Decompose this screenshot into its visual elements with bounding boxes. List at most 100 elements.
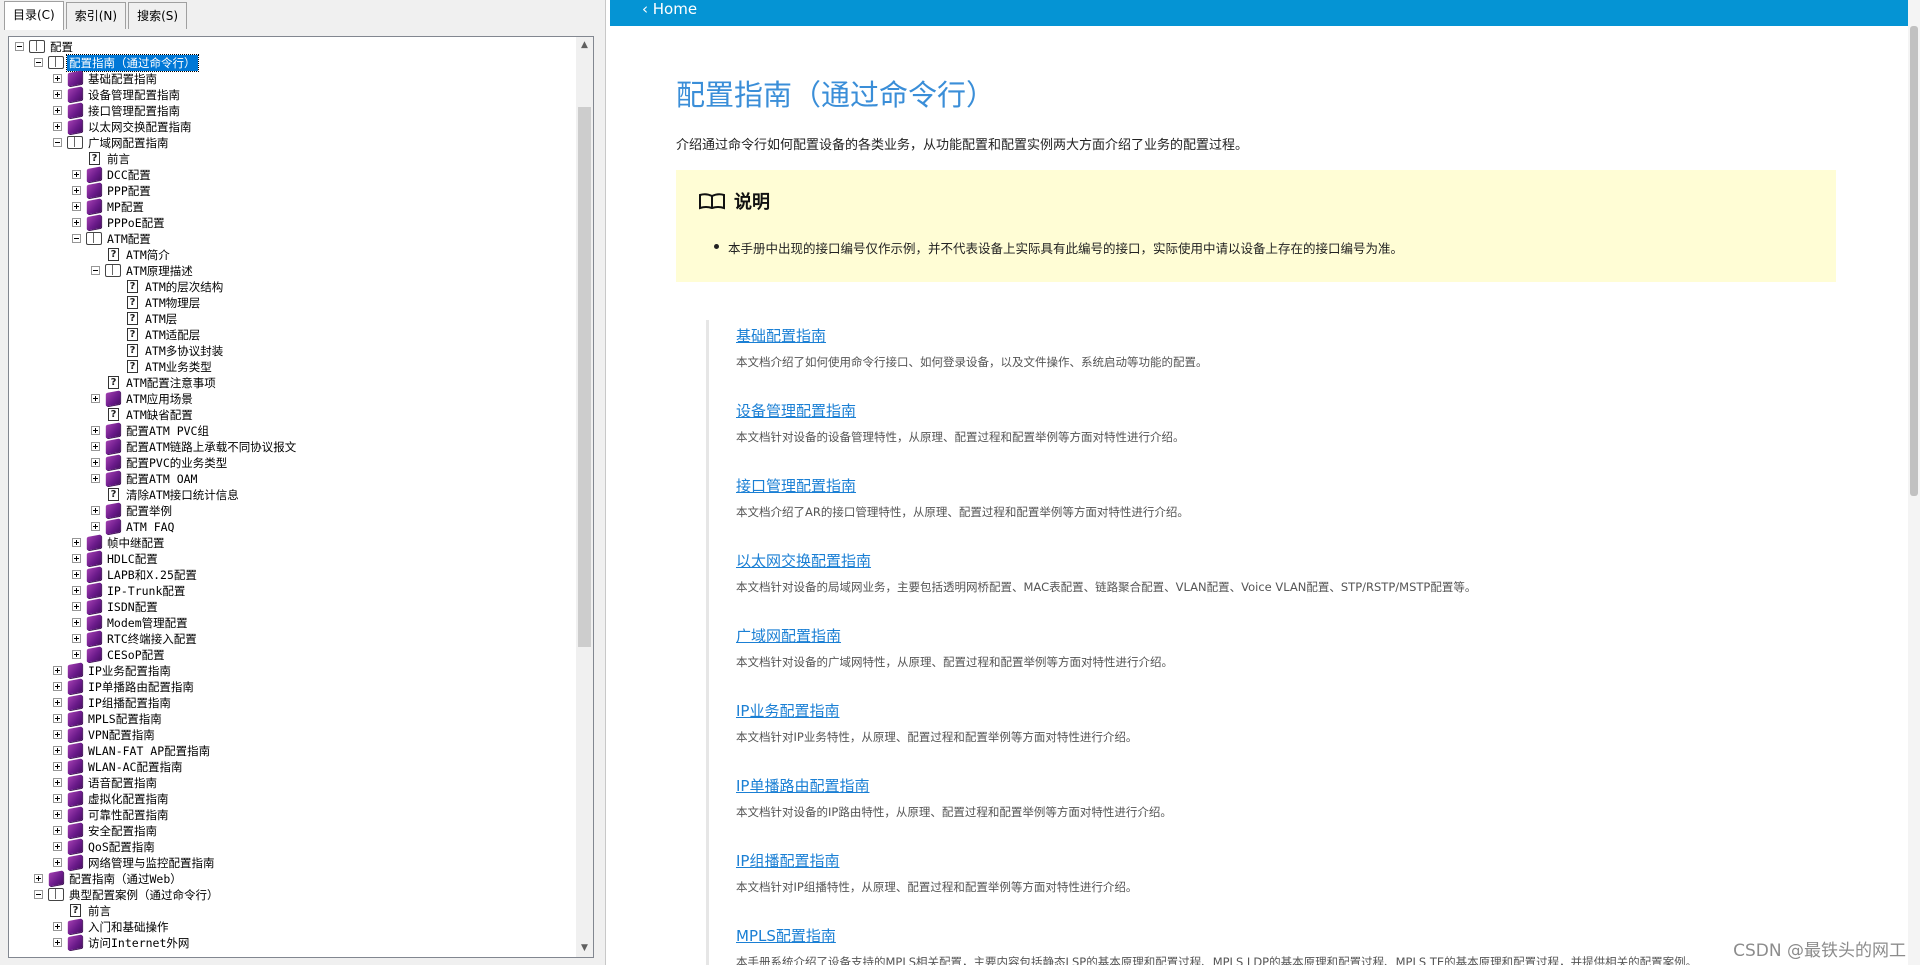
tree-node[interactable]: 典型配置案例（通过命令行） [9,887,576,903]
tree-node[interactable]: 安全配置指南 [9,822,576,839]
tree-node[interactable]: DCC配置 [9,166,576,183]
tree-node[interactable]: CESoP配置 [9,646,576,663]
tree-scroll-thumb[interactable] [578,107,591,647]
collapse-icon[interactable] [34,890,43,899]
tab-search[interactable]: 搜索(S) [128,2,188,29]
expand-icon[interactable] [53,938,62,947]
tree-node[interactable]: ISDN配置 [9,598,576,615]
tree-node[interactable]: 配置ATM链路上承载不同协议报文 [9,438,576,455]
content-scrollbar[interactable] [1908,0,1920,965]
expand-icon[interactable] [53,810,62,819]
tree-node[interactable]: 接口管理配置指南 [9,102,576,119]
content-scroll-thumb[interactable] [1910,26,1918,496]
expand-icon[interactable] [53,106,62,115]
tree-node[interactable]: ? 前言 [9,151,576,167]
expand-icon[interactable] [91,442,100,451]
expand-icon[interactable] [53,762,62,771]
expand-icon[interactable] [72,586,81,595]
scroll-up-icon[interactable]: ▲ [576,37,593,54]
expand-icon[interactable] [53,746,62,755]
tree-node[interactable]: ? ATM层 [9,311,576,327]
tree-scrollbar[interactable]: ▲ ▼ [576,37,593,957]
expand-icon[interactable] [53,666,62,675]
tree-node[interactable]: 配置指南（通过Web） [9,870,576,887]
tree-node[interactable]: 配置ATM OAM [9,470,576,487]
tree-node[interactable]: HDLC配置 [9,550,576,567]
tree-node[interactable]: ATM FAQ [9,518,576,535]
expand-icon[interactable] [53,778,62,787]
tree-node[interactable]: ? 前言 [9,903,576,919]
guide-link[interactable]: MPLS配置指南 [736,925,1697,946]
guide-link[interactable]: 以太网交换配置指南 [736,550,1476,571]
expand-icon[interactable] [53,90,62,99]
expand-icon[interactable] [72,538,81,547]
expand-icon[interactable] [91,474,100,483]
expand-icon[interactable] [53,714,62,723]
tree-node[interactable]: ? ATM适配层 [9,327,576,343]
expand-icon[interactable] [91,522,100,531]
expand-icon[interactable] [72,202,81,211]
tree-node[interactable]: MPLS配置指南 [9,710,576,727]
tree-node[interactable]: ATM应用场景 [9,390,576,407]
expand-icon[interactable] [53,682,62,691]
expand-icon[interactable] [91,506,100,515]
tree-node[interactable]: ? 清除ATM接口统计信息 [9,487,576,503]
expand-icon[interactable] [53,794,62,803]
expand-icon[interactable] [53,826,62,835]
tree-node[interactable]: RTC终端接入配置 [9,630,576,647]
tree-node[interactable]: ? ATM物理层 [9,295,576,311]
expand-icon[interactable] [72,570,81,579]
tree-node[interactable]: MP配置 [9,198,576,215]
expand-icon[interactable] [72,650,81,659]
expand-icon[interactable] [72,170,81,179]
tree-node[interactable]: 入门和基础操作 [9,918,576,935]
tree-node[interactable]: WLAN-AC配置指南 [9,758,576,775]
tree-node[interactable]: IP单播路由配置指南 [9,678,576,695]
guide-link[interactable]: 广域网配置指南 [736,625,1173,646]
expand-icon[interactable] [53,122,62,131]
collapse-icon[interactable] [72,234,81,243]
tree-node[interactable]: ? ATM配置注意事项 [9,375,576,391]
guide-link[interactable]: IP单播路由配置指南 [736,775,1172,796]
tree-node[interactable]: PPP配置 [9,182,576,199]
collapse-icon[interactable] [15,42,24,51]
tree-node[interactable]: ? ATM多协议封装 [9,343,576,359]
expand-icon[interactable] [53,698,62,707]
guide-link[interactable]: 接口管理配置指南 [736,475,1189,496]
expand-icon[interactable] [72,186,81,195]
guide-link[interactable]: IP组播配置指南 [736,850,1137,871]
expand-icon[interactable] [72,618,81,627]
tree-node[interactable]: 配置举例 [9,502,576,519]
tree-node[interactable]: QoS配置指南 [9,838,576,855]
tree-node[interactable]: 虚拟化配置指南 [9,790,576,807]
tree-node[interactable]: 设备管理配置指南 [9,86,576,103]
expand-icon[interactable] [72,634,81,643]
tree-node[interactable]: ATM配置 [9,231,576,247]
expand-icon[interactable] [72,218,81,227]
tree-node[interactable]: 语音配置指南 [9,774,576,791]
expand-icon[interactable] [91,394,100,403]
tab-index[interactable]: 索引(N) [65,2,127,29]
tree-node[interactable]: IP-Trunk配置 [9,582,576,599]
scroll-down-icon[interactable]: ▼ [576,940,593,957]
expand-icon[interactable] [53,858,62,867]
tree-node[interactable]: ATM原理描述 [9,263,576,279]
expand-icon[interactable] [34,874,43,883]
expand-icon[interactable] [53,922,62,931]
tree-node[interactable]: 帧中继配置 [9,534,576,551]
collapse-icon[interactable] [91,266,100,275]
tree-node[interactable]: 配置PVC的业务类型 [9,454,576,471]
tab-contents[interactable]: 目录(C) [4,1,64,30]
tree-node[interactable]: VPN配置指南 [9,726,576,743]
expand-icon[interactable] [53,74,62,83]
expand-icon[interactable] [53,730,62,739]
tree-node[interactable]: ? ATM的层次结构 [9,279,576,295]
tree-node[interactable]: 配置指南（通过命令行） [9,54,576,72]
tree-node[interactable]: ? ATM简介 [9,247,576,263]
tree-node[interactable]: 可靠性配置指南 [9,806,576,823]
home-link[interactable]: ‹ Home [642,0,697,18]
collapse-icon[interactable] [34,58,43,67]
tree-node[interactable]: 配置ATM PVC组 [9,422,576,439]
tree-node[interactable]: IP组播配置指南 [9,694,576,711]
expand-icon[interactable] [72,602,81,611]
